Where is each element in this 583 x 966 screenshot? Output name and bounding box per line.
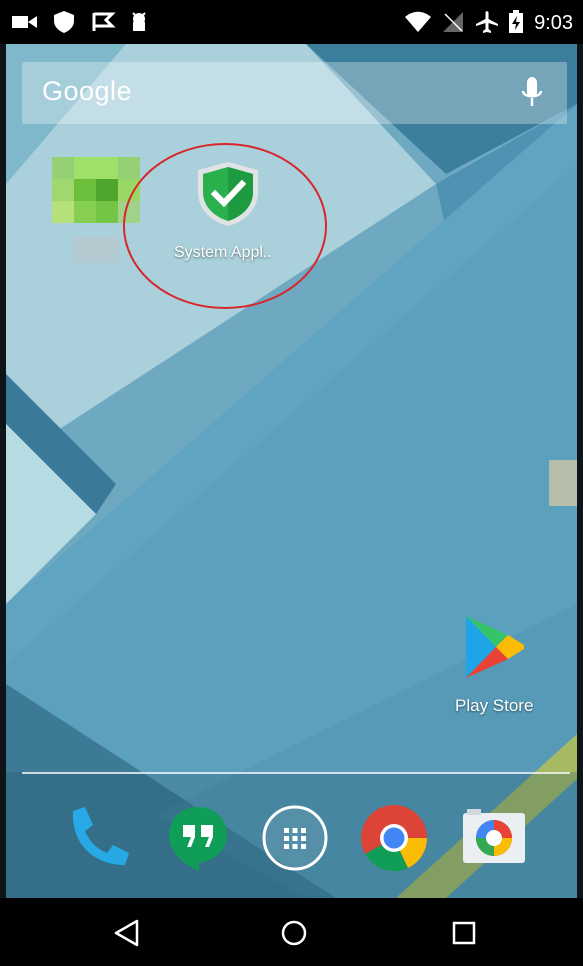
airplane-mode-icon [474,10,500,34]
app-drawer-icon [260,805,330,877]
android-debug-icon [128,10,150,34]
camera-icon [459,809,529,877]
microphone-icon[interactable] [521,76,543,110]
navigation-bar [0,898,583,966]
play-store-label: Play Store [455,696,534,715]
flag-check-icon [92,10,116,34]
home-screen: 9:03 Google System Appl.. Play Store [0,0,583,966]
play-store-icon [462,616,526,684]
hangouts-app[interactable] [163,803,233,873]
google-search-bar[interactable]: Google [22,62,567,124]
battery-charging-icon [508,10,524,34]
play-store-app[interactable] [462,614,526,680]
red-circle-annotation [123,143,327,309]
chrome-app[interactable] [359,803,429,873]
phone-icon [63,807,133,877]
video-camera-icon [12,10,38,34]
dock-divider [22,772,570,774]
google-search-label: Google [42,76,133,106]
app-drawer-button[interactable] [260,803,330,873]
camera-app[interactable] [459,803,529,873]
no-signal-icon [442,10,464,34]
recents-icon[interactable] [446,915,482,951]
home-icon[interactable] [276,915,312,951]
status-bar: 9:03 [0,0,583,44]
back-icon[interactable] [110,915,146,951]
shield-icon [52,10,76,34]
status-time: 9:03 [534,12,573,34]
chrome-icon [359,805,429,877]
phone-app[interactable] [63,803,133,873]
wifi-icon [404,10,432,34]
hangouts-icon [163,807,233,877]
